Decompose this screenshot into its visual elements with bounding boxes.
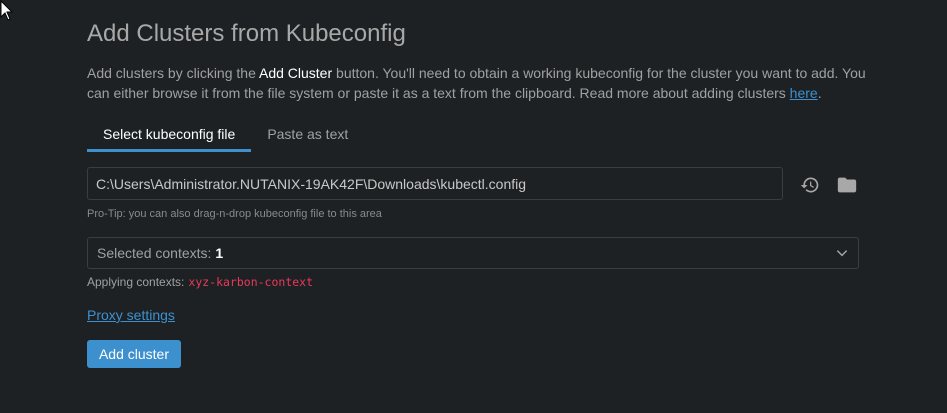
contexts-select-count: 1 (215, 245, 224, 261)
tab-paste-as-text[interactable]: Paste as text (251, 120, 364, 152)
mouse-cursor-icon (0, 0, 14, 21)
add-cluster-button[interactable]: Add cluster (87, 340, 181, 368)
chevron-down-icon (836, 250, 848, 257)
description-text-3: . (817, 84, 822, 101)
contexts-select[interactable]: Selected contexts: 1 (87, 237, 859, 269)
proxy-settings-link[interactable]: Proxy settings (87, 307, 175, 323)
kubeconfig-tabs: Select kubeconfig file Paste as text (87, 120, 364, 152)
applying-contexts: Applying contexts: xyz-karbon-context (87, 275, 313, 289)
tab-select-kubeconfig-file[interactable]: Select kubeconfig file (87, 120, 252, 152)
description-bold: Add Cluster (258, 65, 333, 81)
contexts-select-label: Selected contexts: (97, 245, 212, 261)
page-title: Add Clusters from Kubeconfig (87, 20, 406, 47)
applying-contexts-label: Applying contexts: (87, 275, 185, 289)
page-description: Add clusters by clicking the Add Cluster… (87, 64, 877, 103)
description-text: Add clusters by clicking the (87, 65, 259, 81)
kubeconfig-path-input[interactable] (87, 167, 783, 200)
folder-icon[interactable] (835, 173, 859, 197)
applying-context-name: xyz-karbon-context (188, 275, 314, 289)
reload-icon[interactable] (798, 173, 822, 197)
drag-drop-hint: Pro-Tip: you can also drag-n-drop kubeco… (87, 208, 382, 220)
add-clusters-page: Add Clusters from Kubeconfig Add cluster… (0, 0, 947, 413)
description-link[interactable]: here (790, 85, 818, 101)
